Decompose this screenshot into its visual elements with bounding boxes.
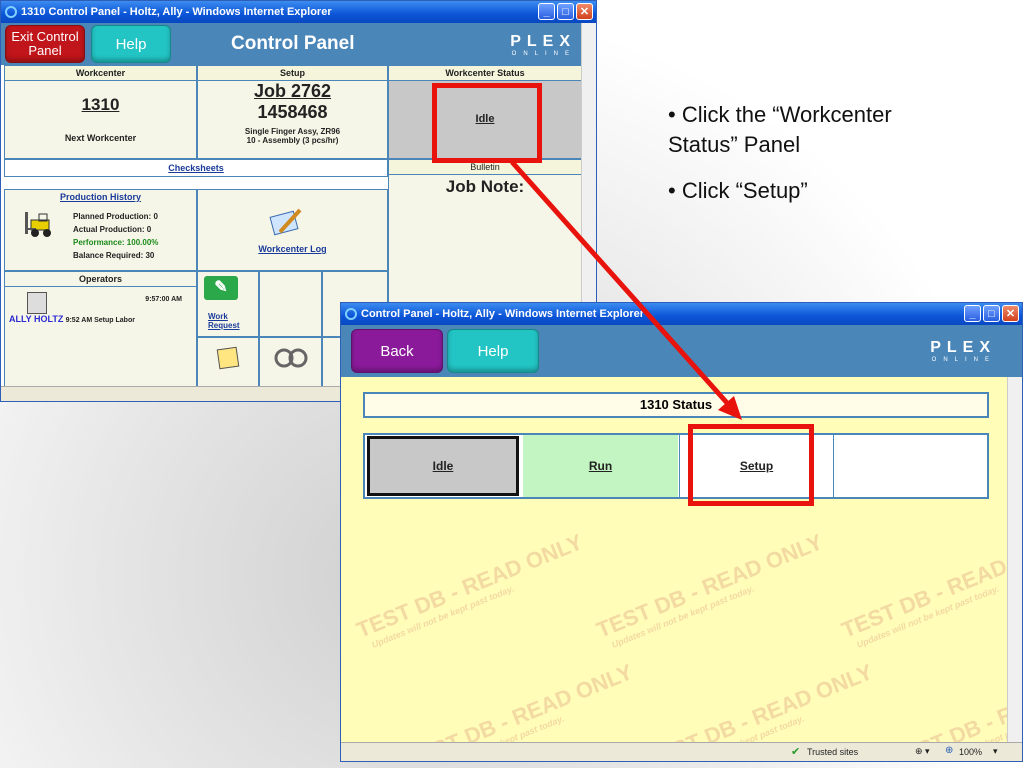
instruction-1: • Click the “Workcenter Status” Panel [668, 102, 892, 157]
planned-production: Planned Production: 0 [73, 212, 158, 221]
trusted-sites-icon: ✔ [791, 746, 801, 758]
workcenter-log-link[interactable]: Workcenter Log [258, 244, 326, 254]
app-header: Exit Control Panel Help Control Panel PL… [1, 23, 596, 65]
operator-name[interactable]: ALLY HOLTZ [9, 314, 63, 324]
window2-title: Control Panel - Holtz, Ally - Windows In… [361, 308, 645, 320]
plex-logo: PLEX ONLINE [930, 339, 996, 363]
page-title: Control Panel [231, 33, 355, 54]
job-number[interactable]: Job 2762 [198, 81, 387, 102]
setup-panel[interactable]: Setup Job 2762 1458468 Single Finger Ass… [197, 65, 388, 159]
work-request-panel[interactable]: ✎ Work Request [197, 271, 259, 337]
workcenter-header: Workcenter [5, 66, 196, 81]
performance: Performance: 100.00% [73, 238, 159, 247]
watermark: TEST DB - READ ONLYUpdates will not be k… [353, 529, 587, 650]
workcenter-number[interactable]: 1310 [5, 95, 196, 115]
forklift-icon [21, 212, 57, 238]
timeclock-icon [27, 292, 47, 314]
close-button[interactable]: ✕ [1002, 305, 1019, 322]
gears-icon [274, 346, 308, 372]
workcenter-log-panel[interactable]: Workcenter Log [197, 189, 388, 271]
zoom-level[interactable]: 100% [959, 747, 982, 757]
sticky-note-icon [216, 346, 240, 370]
status-options: Idle Run Setup [363, 433, 989, 499]
checksheets-link[interactable]: Checksheets [168, 163, 224, 173]
window-titlebar[interactable]: 1310 Control Panel - Holtz, Ally - Windo… [1, 1, 596, 23]
work-request-link[interactable]: Work Request [208, 312, 240, 330]
maximize-button[interactable]: □ [983, 305, 1000, 322]
status-option-idle[interactable]: Idle [367, 436, 519, 496]
part-description: Single Finger Assy, ZR96 [244, 127, 341, 136]
highlight-setup [688, 424, 814, 506]
production-history-link[interactable]: Production History [60, 192, 141, 202]
instruction-2: • Click “Setup” [668, 178, 808, 203]
operator-detail: 9:52 AM Setup Labor [65, 317, 135, 324]
workcenter-panel[interactable]: Workcenter 1310 Next Workcenter [4, 65, 197, 159]
zoom-dropdown-icon[interactable]: ▾ [993, 746, 998, 757]
empty-tile-1 [259, 271, 322, 337]
status-title-bar: 1310 Status [363, 392, 989, 418]
help-button[interactable]: Help [447, 329, 539, 373]
status-window: Control Panel - Holtz, Ally - Windows In… [340, 302, 1023, 762]
app-header: Back Help PLEX ONLINE [341, 325, 1022, 377]
window-title: 1310 Control Panel - Holtz, Ally - Windo… [21, 6, 332, 18]
sticky-note-tile[interactable] [197, 337, 259, 387]
maximize-button[interactable]: □ [557, 3, 574, 20]
window2-titlebar[interactable]: Control Panel - Holtz, Ally - Windows In… [341, 303, 1022, 325]
close-button[interactable]: ✕ [576, 3, 593, 20]
back-button[interactable]: Back [351, 329, 443, 373]
exit-control-panel-button[interactable]: Exit Control Panel [5, 25, 85, 63]
next-workcenter-label: Next Workcenter [64, 133, 137, 143]
watermark: TEST DB - READ ONLYUpdates will not be k… [593, 529, 827, 650]
highlight-workcenter-status [432, 83, 542, 163]
setup-header: Setup [198, 66, 387, 81]
minimize-button[interactable]: _ [538, 3, 555, 20]
watermark: TEST DB - READ ONLYUpdates will not be k… [838, 529, 1022, 650]
scrollbar-vertical[interactable] [1007, 377, 1022, 743]
status-option-run[interactable]: Run [523, 435, 678, 497]
balance-required: Balance Required: 30 [73, 251, 155, 260]
trusted-sites-label: Trusted sites [807, 747, 859, 757]
wrench-icon: ✎ [204, 276, 238, 300]
part-number: 1458468 [257, 102, 328, 122]
operator-time: 9:57:00 AM [145, 296, 182, 303]
job-note: Job Note: [445, 177, 525, 196]
help-button[interactable]: Help [91, 25, 171, 63]
status-option-empty [835, 435, 987, 497]
plex-logo: PLEX ONLINE [510, 33, 576, 57]
checksheets-bar[interactable]: Checksheets [4, 159, 388, 177]
notepad-pencil-icon [268, 206, 304, 238]
window2-statusbar: ✔ Trusted sites ⊕ ▾ ⊕ 100% ▾ [341, 742, 1022, 761]
actual-production: Actual Production: 0 [73, 225, 152, 234]
ie-icon [5, 6, 17, 18]
minimize-button[interactable]: _ [964, 305, 981, 322]
workcenter-status-header: Workcenter Status [389, 66, 581, 81]
ie-icon [345, 308, 357, 320]
zoom-icon: ⊕ [945, 745, 954, 756]
operators-panel: Operators 9:57:00 AM ALLY HOLTZ 9:52 AM … [4, 271, 197, 387]
gears-tile[interactable] [259, 337, 322, 387]
operators-header: Operators [5, 272, 196, 287]
operation-description: 10 - Assembly (3 pcs/hr) [246, 136, 339, 145]
protected-mode-icon[interactable]: ⊕ ▾ [915, 746, 930, 757]
production-history-panel[interactable]: Production History Planned Production: 0… [4, 189, 197, 271]
